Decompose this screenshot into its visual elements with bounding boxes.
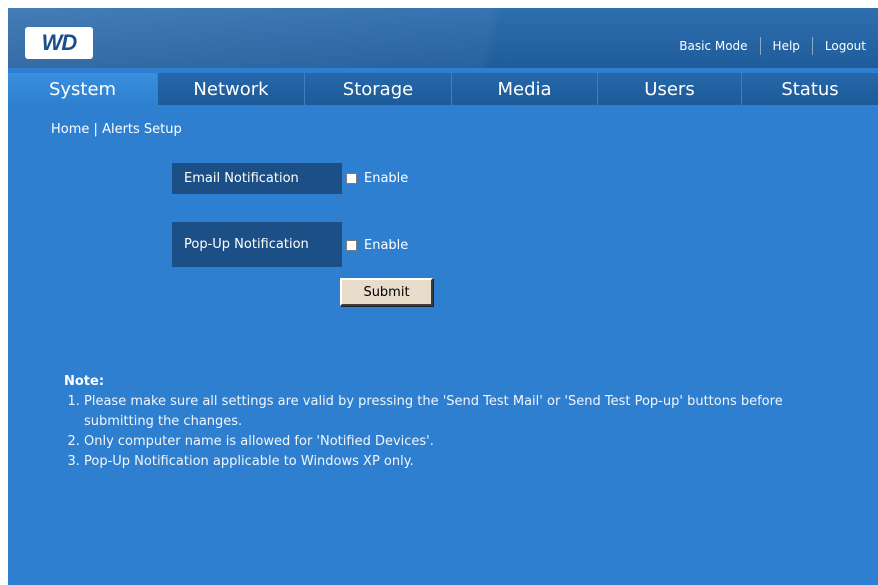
- breadcrumb-current: Alerts Setup: [102, 122, 182, 137]
- link-divider: [811, 37, 813, 55]
- tab-system[interactable]: System: [8, 73, 158, 105]
- note-item: Only computer name is allowed for 'Notif…: [84, 432, 804, 452]
- email-enable-checkbox[interactable]: [346, 173, 357, 184]
- email-notification-label: Email Notification: [172, 163, 342, 194]
- app-frame: WD Basic Mode Help Logout System Network…: [8, 8, 878, 585]
- link-divider: [759, 37, 761, 55]
- tab-network[interactable]: Network: [158, 73, 305, 105]
- main-tabs: System Network Storage Media Users Statu…: [8, 73, 878, 105]
- notes-section: Note: Please make sure all settings are …: [64, 374, 804, 472]
- wd-logo: WD: [25, 27, 93, 59]
- breadcrumb-separator: |: [93, 122, 98, 137]
- notes-list: Please make sure all settings are valid …: [64, 392, 804, 472]
- tab-status[interactable]: Status: [742, 73, 878, 105]
- tab-media[interactable]: Media: [452, 73, 598, 105]
- logo-text: WD: [41, 30, 78, 55]
- top-links: Basic Mode Help Logout: [679, 36, 866, 56]
- submit-button[interactable]: Submit: [340, 278, 433, 306]
- tab-storage[interactable]: Storage: [305, 73, 452, 105]
- note-item: Please make sure all settings are valid …: [84, 392, 804, 432]
- popup-enable-label: Enable: [364, 238, 409, 253]
- email-enable-label: Enable: [364, 171, 409, 186]
- help-link[interactable]: Help: [773, 39, 800, 53]
- note-item: Pop-Up Notification applicable to Window…: [84, 452, 804, 472]
- breadcrumb-home[interactable]: Home: [51, 122, 89, 137]
- popup-enable-checkbox[interactable]: [346, 240, 357, 251]
- popup-enable-row: Enable: [346, 238, 408, 253]
- top-bar: WD Basic Mode Help Logout: [8, 8, 878, 68]
- popup-notification-label: Pop-Up Notification: [172, 222, 342, 267]
- logout-link[interactable]: Logout: [825, 39, 866, 53]
- email-enable-row: Enable: [346, 171, 408, 186]
- basic-mode-link[interactable]: Basic Mode: [679, 39, 747, 53]
- breadcrumb: Home | Alerts Setup: [51, 122, 182, 137]
- tab-users[interactable]: Users: [598, 73, 742, 105]
- notes-title: Note:: [64, 374, 105, 389]
